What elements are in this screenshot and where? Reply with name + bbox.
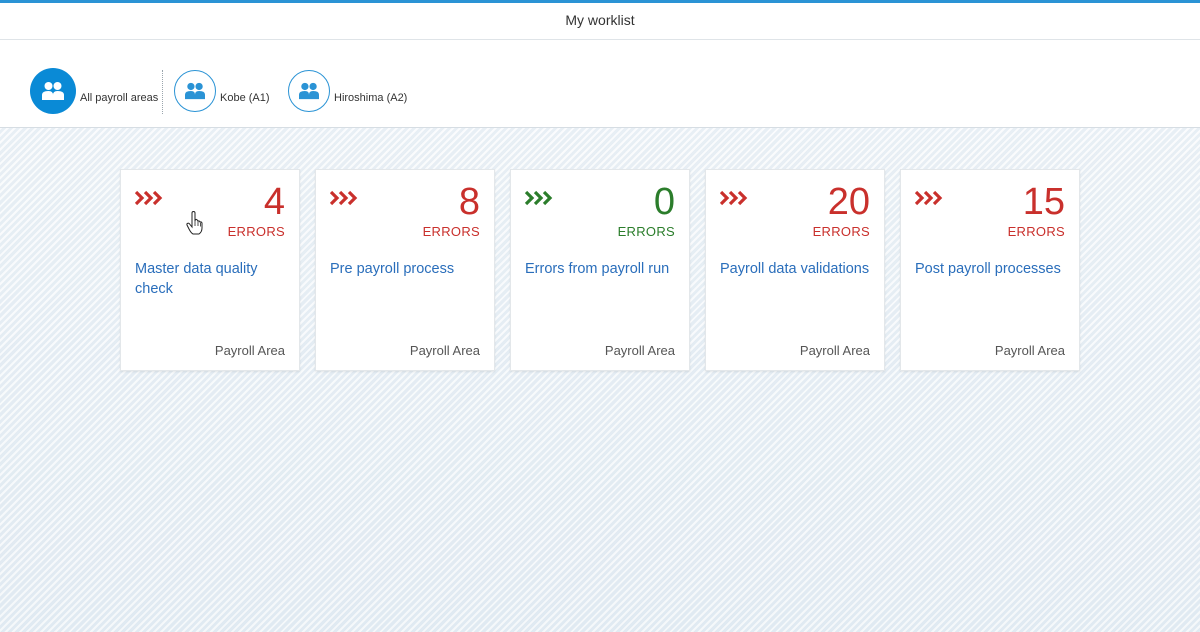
tile-footer: Payroll Area [409,343,480,358]
filter-divider [162,70,163,114]
tile-post-payroll-processes[interactable]: 15 ERRORS Post payroll processes Payroll… [900,169,1080,371]
tile-title: Master data quality check [135,261,258,297]
people-icon [30,68,76,114]
page-title: My worklist [565,12,635,28]
tile-kpi-unit: ERRORS [617,224,675,239]
filter-hiroshima-a2[interactable]: Hiroshima (A2) [288,68,407,114]
filter-all-payroll-areas[interactable]: All payroll areas [30,68,158,114]
tile-payroll-data-validations[interactable]: 20 ERRORS Payroll data validations Payro… [705,169,885,371]
tile-kpi-unit: ERRORS [422,224,480,239]
triple-chevron-right-icon [915,190,943,206]
tile-kpi-unit: ERRORS [227,224,285,239]
triple-chevron-right-icon [330,190,358,206]
tile-title: Pre payroll process [330,261,455,277]
people-icon [288,70,330,112]
tile-title: Errors from payroll run [525,261,670,277]
filter-label: Kobe (A1) [220,92,270,104]
tile-kpi-number: 20 [827,181,870,223]
triple-chevron-right-icon [720,190,748,206]
tile-title: Payroll data validations [720,261,870,277]
hand-pointer-cursor-icon [186,211,203,235]
tile-errors-from-payroll-run[interactable]: 0 ERRORS Errors from payroll run Payroll… [510,169,690,371]
tile-kpi-unit: ERRORS [1007,224,1065,239]
triple-chevron-right-icon [525,190,553,206]
filter-label: All payroll areas [80,92,159,104]
tile-kpi-unit: ERRORS [812,224,870,239]
tile-footer: Payroll Area [799,343,870,358]
filter-label: Hiroshima (A2) [334,92,408,104]
tile-kpi-number: 0 [653,181,675,223]
shell-header: My worklist [0,0,1200,40]
tile-kpi-number: 4 [263,181,285,223]
tile-footer: Payroll Area [604,343,675,358]
tile-pre-payroll-process[interactable]: 8 ERRORS Pre payroll process Payroll Are… [315,169,495,371]
tile-footer: Payroll Area [994,343,1065,358]
tile-kpi-number: 8 [458,181,480,223]
tile-footer: Payroll Area [214,343,285,358]
people-icon [174,70,216,112]
payroll-area-filter-bar: All payroll areas Kobe (A1) Hiroshima (A… [0,40,1200,128]
filter-kobe-a1[interactable]: Kobe (A1) [174,68,270,114]
triple-chevron-right-icon [135,190,163,206]
tile-master-data-quality-check[interactable]: 4 ERRORS Master data quality check Payro… [120,169,300,371]
tile-title: Post payroll processes [915,261,1061,277]
tile-kpi-number: 15 [1022,181,1065,223]
